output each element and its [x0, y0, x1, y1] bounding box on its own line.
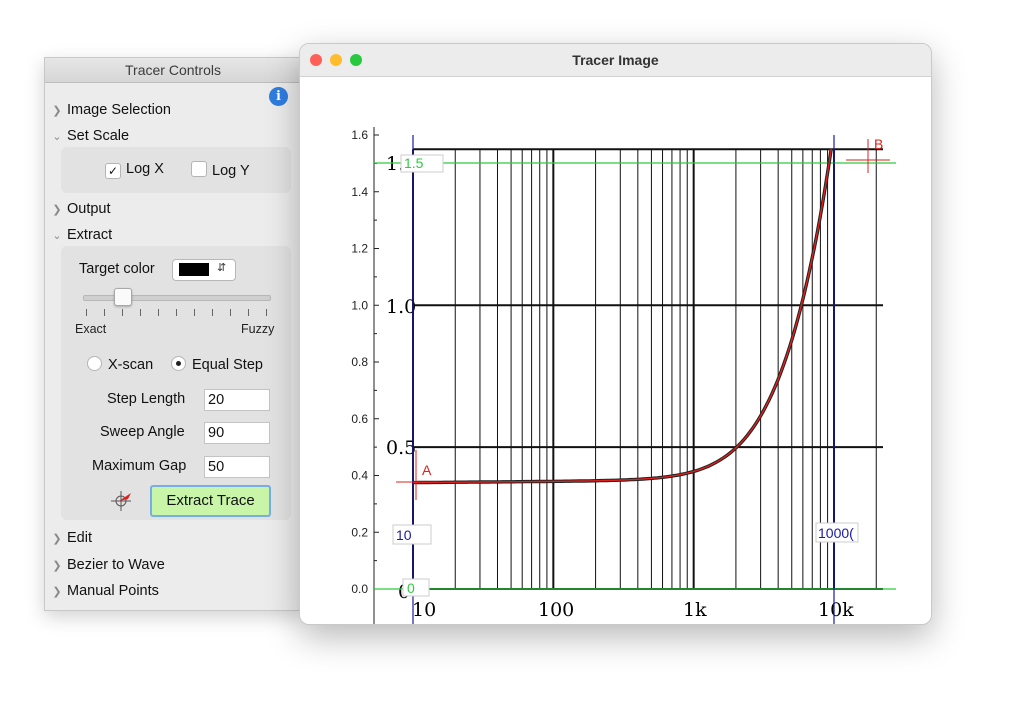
section-image-selection[interactable]: ❯ Image Selection — [51, 100, 171, 120]
section-edit[interactable]: ❯ Edit — [51, 528, 92, 548]
section-output[interactable]: ❯ Output — [51, 199, 111, 219]
crosshair-icon[interactable] — [109, 487, 135, 513]
minimize-button[interactable] — [330, 54, 342, 66]
zoom-button[interactable] — [350, 54, 362, 66]
section-label: Bezier to Wave — [67, 557, 165, 573]
chevron-right-icon: ❯ — [52, 560, 62, 572]
traced-curve-image — [413, 148, 833, 485]
max-gap-input[interactable]: 50 — [204, 456, 270, 478]
slider-tick — [194, 309, 195, 316]
chevron-right-icon: ❯ — [52, 533, 62, 545]
marker-b-label[interactable]: B — [874, 136, 883, 152]
y-tick-label: 0.2 — [351, 525, 368, 539]
radio-selected-icon — [171, 356, 186, 371]
x-scan-radio[interactable]: X-scan — [87, 356, 153, 373]
y-tick-label: 0.4 — [351, 469, 368, 483]
log-x-label: Log X — [126, 161, 164, 177]
extract-trace-button[interactable]: Extract Trace — [150, 485, 271, 517]
y-tick-label: 0.6 — [351, 412, 368, 426]
checkbox-box — [191, 161, 207, 177]
y-tick-label: 1.0 — [351, 298, 368, 312]
section-set-scale[interactable]: ⌄ Set Scale — [51, 126, 129, 146]
log-y-label: Log Y — [212, 163, 250, 179]
slider-tick — [266, 309, 267, 316]
image-label-10k: 10k — [818, 599, 854, 621]
x-cal-low-label[interactable]: 10 — [396, 527, 412, 543]
sweep-angle-input[interactable]: 90 — [204, 422, 270, 444]
chevron-down-icon: ⌄ — [52, 131, 62, 143]
step-length-label: Step Length — [107, 391, 186, 407]
y-cal-low-label[interactable]: 0 — [407, 580, 415, 596]
section-label: Output — [67, 201, 111, 217]
y-tick-label: 0.8 — [351, 355, 368, 369]
image-label-100: 100 — [538, 599, 574, 621]
tracer-plot[interactable]: 0.00.20.40.60.81.01.21.41.6101102103104 … — [300, 77, 931, 624]
slider-tick — [104, 309, 105, 316]
x-cal-high-label[interactable]: 1000( — [818, 525, 854, 541]
slider-tick — [248, 309, 249, 316]
image-label-1k: 1k — [683, 599, 707, 621]
section-label: Set Scale — [67, 128, 130, 144]
y-tick-label: 1.2 — [351, 242, 368, 256]
tracer-controls-panel: Tracer Controls i ❯ Image Selection ⌄ Set … — [44, 57, 302, 611]
section-label: Image Selection — [67, 102, 171, 118]
chevron-right-icon: ❯ — [52, 204, 62, 216]
chevron-updown-icon: ⇵ — [217, 262, 227, 274]
exact-label: Exact — [75, 322, 107, 336]
tolerance-slider-knob[interactable] — [113, 288, 132, 306]
section-manual-points[interactable]: ❯ Manual Points — [51, 581, 159, 601]
slider-tick — [230, 309, 231, 316]
extract-box — [61, 246, 291, 520]
equal-step-label: Equal Step — [192, 357, 263, 373]
log-y-checkbox[interactable]: Log Y — [191, 161, 250, 179]
slider-tick — [176, 309, 177, 316]
section-label: Manual Points — [67, 583, 159, 599]
radio-icon — [87, 356, 102, 371]
max-gap-label: Maximum Gap — [92, 458, 187, 474]
image-label-0-5: 0.5 — [386, 437, 416, 459]
plot-axes: 0.00.20.40.60.81.01.21.41.6101102103104 — [351, 127, 379, 624]
y-tick-label: 0.0 — [351, 582, 368, 596]
slider-tick — [158, 309, 159, 316]
image-label-1-0: 1.0 — [386, 296, 416, 318]
y-cal-high-label[interactable]: 1.5 — [404, 155, 424, 171]
target-color-label: Target color — [79, 261, 155, 277]
color-swatch — [179, 263, 209, 276]
extracted-trace[interactable] — [413, 148, 832, 484]
window-title: Tracer Image — [300, 44, 931, 77]
marker-a-label[interactable]: A — [422, 462, 432, 478]
chevron-down-icon: ⌄ — [52, 230, 62, 242]
section-bezier[interactable]: ❯ Bezier to Wave — [51, 555, 165, 575]
log-x-checkbox[interactable]: ✓ Log X — [105, 161, 164, 179]
section-extract[interactable]: ⌄ Extract — [51, 225, 112, 245]
scanned-image-grid — [412, 148, 883, 590]
panel-title: Tracer Controls — [45, 58, 301, 83]
close-button[interactable] — [310, 54, 322, 66]
step-length-input[interactable]: 20 — [204, 389, 270, 411]
equal-step-radio[interactable]: Equal Step — [171, 356, 263, 373]
slider-tick — [212, 309, 213, 316]
checkmark-icon: ✓ — [105, 163, 121, 179]
chevron-right-icon: ❯ — [52, 105, 62, 117]
set-scale-box — [61, 147, 291, 193]
image-label-10: 10 — [412, 599, 436, 621]
section-label: Edit — [67, 530, 92, 546]
section-label: Extract — [67, 227, 113, 243]
fuzzy-label: Fuzzy — [241, 322, 275, 336]
target-color-picker[interactable]: ⇵ — [172, 259, 236, 281]
slider-tick — [86, 309, 87, 316]
tracer-image-window: Tracer Image 0.0 0.2 0.4 0.6 0.8 1.0 1.2 1.4 1.6… — [299, 43, 932, 625]
y-tick-label: 1.6 — [351, 128, 368, 142]
x-scan-label: X-scan — [108, 357, 154, 373]
y-tick-label: 1.4 — [351, 185, 368, 199]
chevron-right-icon: ❯ — [52, 586, 62, 598]
slider-tick — [140, 309, 141, 316]
sweep-angle-label: Sweep Angle — [100, 424, 185, 440]
info-icon[interactable]: i — [269, 87, 288, 106]
tolerance-slider[interactable] — [83, 295, 271, 301]
slider-tick — [122, 309, 123, 316]
